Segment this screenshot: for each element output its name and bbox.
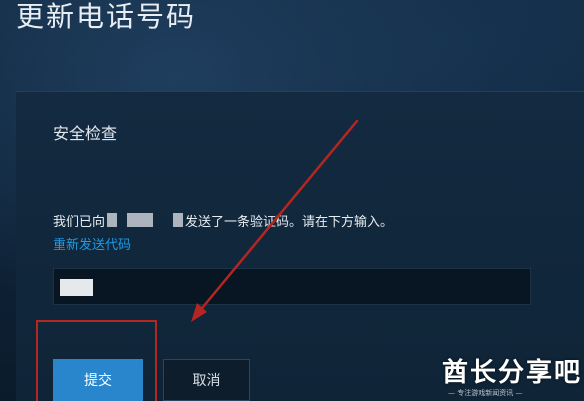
submit-button[interactable]: 提交 xyxy=(53,359,143,401)
redacted-phone-part xyxy=(107,213,118,227)
cancel-button[interactable]: 取消 xyxy=(163,359,250,401)
resend-code-link[interactable]: 重新发送代码 xyxy=(53,234,131,253)
redacted-phone-part xyxy=(173,213,184,227)
redacted-phone-part xyxy=(127,213,154,227)
section-title: 安全检查 xyxy=(53,124,118,143)
verification-code-input[interactable] xyxy=(53,268,531,305)
update-phone-screen: 更新电话号码 安全检查 我们已向 发送了一条验证码。请在下方输入。 重新发送代码… xyxy=(0,0,584,401)
page-title: 更新电话号码 xyxy=(16,0,197,33)
notice-suffix: 发送了一条验证码。请在下方输入。 xyxy=(185,214,394,230)
redacted-code-value xyxy=(60,279,93,296)
verification-notice: 我们已向 发送了一条验证码。请在下方输入。 xyxy=(53,210,393,230)
notice-prefix: 我们已向 xyxy=(53,214,106,230)
